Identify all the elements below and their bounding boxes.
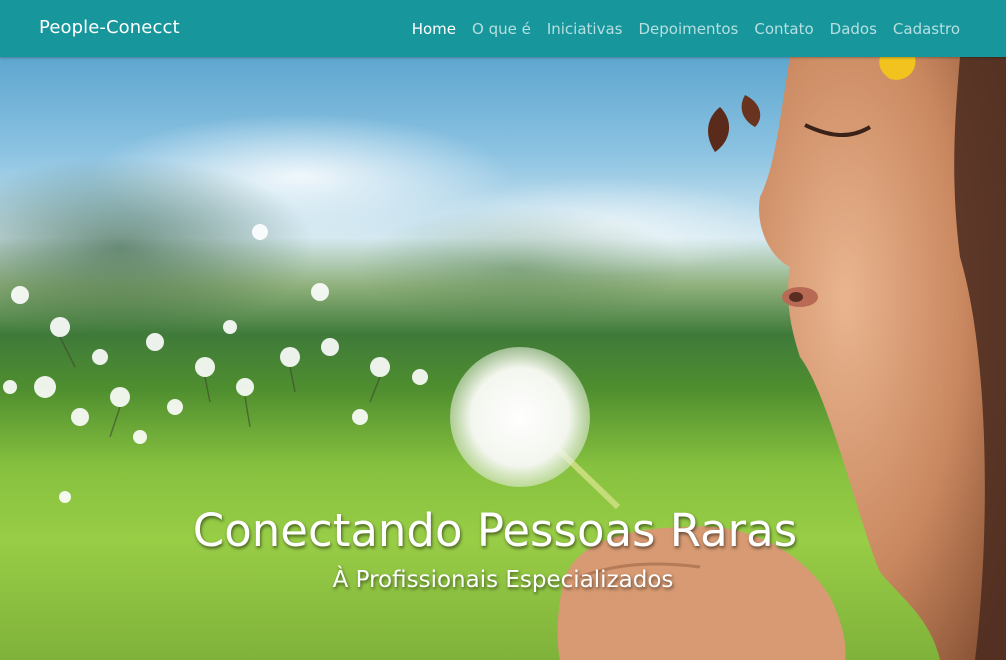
nav-link-o-que-e[interactable]: O que é — [472, 20, 531, 38]
nav-item-iniciativas: Iniciativas — [547, 19, 623, 38]
brand-link[interactable]: People-Conecct — [39, 17, 180, 38]
hero-headline: Conectando Pessoas Raras — [192, 504, 798, 557]
nav-item-dados: Dados — [830, 19, 877, 38]
nav-item-o-que-e: O que é — [472, 19, 531, 38]
top-navbar: People-Conecct Home O que é Iniciativas … — [0, 0, 1006, 57]
nav-item-home: Home — [412, 19, 456, 38]
nav-link-depoimentos[interactable]: Depoimentos — [638, 20, 738, 38]
nav-item-contato: Contato — [754, 19, 813, 38]
nav-item-depoimentos: Depoimentos — [638, 19, 738, 38]
nav-link-iniciativas[interactable]: Iniciativas — [547, 20, 623, 38]
flying-seeds — [3, 224, 428, 503]
nav-item-cadastro: Cadastro — [893, 19, 960, 38]
hero-subheadline: À Profissionais Especializados — [332, 567, 674, 593]
nav-link-contato[interactable]: Contato — [754, 20, 813, 38]
nav-link-home[interactable]: Home — [412, 20, 456, 38]
nav-menu: Home O que é Iniciativas Depoimentos Con… — [412, 19, 960, 38]
nav-link-cadastro[interactable]: Cadastro — [893, 20, 960, 38]
dandelion-head — [450, 347, 590, 487]
hero-banner: Conectando Pessoas Raras À Profissionais… — [0, 57, 1006, 660]
nav-link-dados[interactable]: Dados — [830, 20, 877, 38]
